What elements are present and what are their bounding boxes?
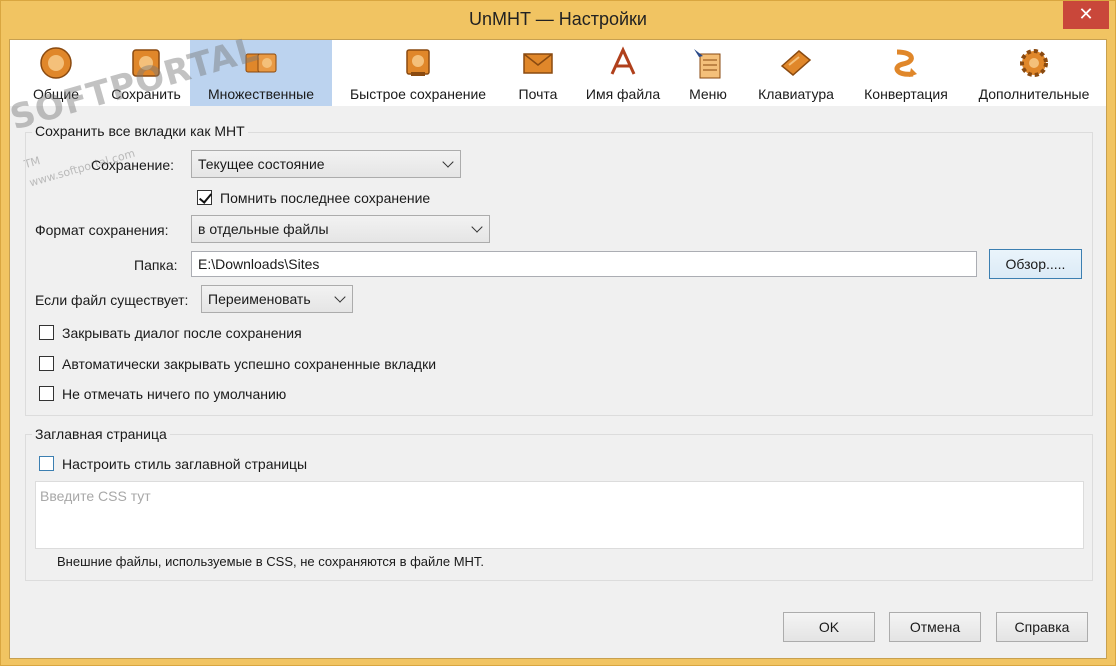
tab-filename[interactable]: Имя файла [572,40,674,106]
title-page-legend: Заглавная страница [32,426,170,442]
quick-save-icon [406,49,430,76]
menu-icon [694,49,721,79]
tab-multiple[interactable]: Множественные [190,40,332,106]
settings-toolbar: Общие Сохранить Множественные Быстрое со… [6,29,1106,189]
chevron-down-icon [471,221,483,233]
customize-style-checkbox[interactable] [39,456,54,471]
convert-icon [894,49,917,77]
no-default-checkbox[interactable] [39,386,54,401]
tab-convert[interactable]: Конвертация [850,40,962,106]
tab-filename-label: Имя файла [585,86,661,102]
save-mode-label: Сохранение: [91,157,175,173]
remember-last-label: Помнить последнее сохранение [220,190,431,206]
format-label: Формат сохранения: [35,222,169,238]
close-icon: ✕ [1078,4,1094,24]
close-dialog-checkbox[interactable] [39,325,54,340]
mail-icon [523,53,553,74]
browse-button[interactable]: Обзор..... [989,249,1082,279]
tab-quick-save[interactable]: Быстрое сохранение [332,40,504,106]
css-note: Внешние файлы, используемые в CSS, не со… [57,554,485,569]
tab-save-label: Сохранить [111,86,181,102]
auto-close-label: Автоматически закрывать успешно сохранен… [62,356,437,372]
css-placeholder: Введите CSS тут [40,488,151,504]
keyboard-icon [780,50,812,76]
format-value: в отдельные файлы [198,221,329,237]
tab-advanced-label: Дополнительные [978,86,1090,102]
tab-keyboard-label: Клавиатура [758,86,834,102]
tab-menu[interactable]: Меню [674,40,742,106]
folder-input[interactable]: E:\Downloads\Sites [191,251,977,277]
multiple-icon [245,53,277,73]
general-icon [40,47,72,79]
window-title: UnMHT — Настройки [469,9,647,29]
tab-quick-save-label: Быстрое сохранение [349,86,487,102]
tab-general[interactable]: Общие [10,40,102,106]
help-button[interactable]: Справка [996,612,1088,642]
css-textarea[interactable]: Введите CSS тут [35,481,1084,549]
save-mode-value: Текущее состояние [198,156,325,172]
tab-general-label: Общие [32,86,80,102]
checkmark-icon [198,190,213,204]
tab-mail[interactable]: Почта [504,40,572,106]
dialog-body: Общие Сохранить Множественные Быстрое со… [6,29,1107,659]
tab-save[interactable]: Сохранить [102,40,190,106]
save-icon [132,49,160,77]
close-button[interactable]: ✕ [1063,1,1109,29]
ok-button[interactable]: OK [783,612,875,642]
folder-label: Папка: [134,257,178,273]
title-bar[interactable]: UnMHT — Настройки ✕ [1,1,1115,39]
auto-close-checkbox[interactable] [39,356,54,371]
tab-advanced[interactable]: Дополнительные [962,40,1106,106]
settings-window: UnMHT — Настройки ✕ Общие Сохранить Множ… [0,0,1116,666]
cancel-button[interactable]: Отмена [889,612,981,642]
format-select[interactable]: в отдельные файлы [191,215,490,243]
file-exists-label: Если файл существует: [35,292,189,308]
chevron-down-icon [442,156,454,168]
file-exists-value: Переименовать [208,291,311,307]
save-all-legend: Сохранить все вкладки как MHT [32,123,248,139]
tab-keyboard[interactable]: Клавиатура [742,40,850,106]
tab-menu-label: Меню [689,86,727,102]
advanced-icon [1020,49,1048,77]
file-exists-select[interactable]: Переименовать [201,285,353,313]
filename-icon [610,46,636,75]
chevron-down-icon [334,291,346,303]
save-mode-select[interactable]: Текущее состояние [191,150,461,178]
close-dialog-label: Закрывать диалог после сохранения [62,325,302,341]
customize-style-label: Настроить стиль заглавной страницы [62,456,308,472]
tab-mail-label: Почта [518,86,558,102]
no-default-label: Не отмечать ничего по умолчанию [62,386,287,402]
remember-last-checkbox[interactable] [197,190,213,205]
folder-value: E:\Downloads\Sites [198,256,320,272]
tab-multiple-label: Множественные [208,86,314,102]
tab-convert-label: Конвертация [864,86,948,102]
